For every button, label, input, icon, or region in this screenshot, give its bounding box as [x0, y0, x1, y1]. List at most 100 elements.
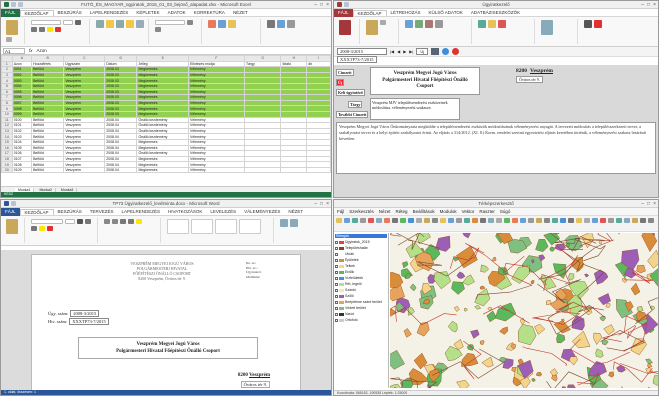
- map-parcel[interactable]: [453, 306, 460, 312]
- cell[interactable]: 0109: [11, 166, 33, 174]
- sheet-tab[interactable]: Munka1: [15, 187, 35, 192]
- sort-asc-icon[interactable]: [415, 20, 423, 28]
- toolbar-icon[interactable]: [648, 218, 654, 223]
- map-parcel[interactable]: [645, 358, 653, 365]
- layer-checkbox[interactable]: [335, 258, 338, 262]
- bullets-icon[interactable]: [104, 219, 110, 224]
- map-parcel[interactable]: [647, 249, 659, 269]
- minimize-button[interactable]: –: [641, 2, 644, 8]
- map-parcel[interactable]: [549, 368, 559, 377]
- layer-checkbox[interactable]: [335, 246, 338, 250]
- map-parcel[interactable]: [511, 265, 530, 284]
- map-parcel[interactable]: [390, 383, 401, 388]
- map-parcel[interactable]: [597, 293, 611, 306]
- toolbar-icon[interactable]: [624, 218, 630, 223]
- case-number-field[interactable]: 2008-3/2015: [70, 310, 100, 317]
- cell[interactable]: [243, 166, 282, 174]
- toolbar-icon[interactable]: [472, 218, 478, 223]
- layer-checkbox[interactable]: [335, 264, 338, 268]
- map-parcel[interactable]: [561, 386, 567, 388]
- map-parcel[interactable]: [568, 273, 575, 281]
- toolbar-icon[interactable]: [392, 218, 398, 223]
- toolbar-icon[interactable]: [544, 218, 550, 223]
- close-button[interactable]: ×: [653, 201, 656, 207]
- layer-checkbox[interactable]: [335, 318, 338, 322]
- tab-képletek[interactable]: KÉPLETEK: [132, 10, 163, 15]
- menu-item[interactable]: Beállítások: [413, 209, 435, 214]
- toolbar-icon[interactable]: [456, 218, 462, 223]
- cell[interactable]: Veszprém: [63, 166, 106, 174]
- toolbar-icon[interactable]: [432, 218, 438, 223]
- map-parcel[interactable]: [480, 264, 489, 273]
- map-parcel[interactable]: [435, 235, 451, 252]
- toolbar-icon[interactable]: [584, 218, 590, 223]
- find-icon[interactable]: [280, 219, 288, 227]
- map-parcel[interactable]: [593, 332, 603, 345]
- toolbar-icon[interactable]: [336, 218, 342, 223]
- layer-checkbox[interactable]: [335, 270, 338, 274]
- font-name-box[interactable]: [31, 20, 61, 25]
- toolbar-icon[interactable]: [384, 218, 390, 223]
- map-parcel[interactable]: [451, 281, 465, 295]
- align-left-icon[interactable]: [120, 219, 126, 224]
- row-header[interactable]: 20: [1, 166, 13, 174]
- view-icon[interactable]: [339, 20, 351, 35]
- map-parcel[interactable]: [569, 356, 578, 366]
- toolbar-icon[interactable]: [400, 218, 406, 223]
- save-icon[interactable]: [337, 2, 342, 7]
- toolbar-icon[interactable]: [344, 218, 350, 223]
- name-box[interactable]: A1: [3, 47, 25, 54]
- map-parcel[interactable]: [616, 364, 626, 373]
- subject-field[interactable]: Veszprém MJV településrendezési eszközei…: [370, 98, 460, 120]
- underline-icon[interactable]: [39, 27, 45, 32]
- tab-fájl[interactable]: FÁJL: [334, 8, 353, 17]
- map-parcel[interactable]: [467, 344, 474, 351]
- layer-checkbox[interactable]: [335, 312, 338, 316]
- tab-kezdőlap[interactable]: KEZDŐLAP: [352, 9, 387, 16]
- tab-beszúrás[interactable]: BESZÚRÁS: [54, 10, 86, 15]
- print-icon[interactable]: [431, 48, 440, 55]
- layer-checkbox[interactable]: [335, 288, 338, 292]
- toolbar-icon[interactable]: [360, 218, 366, 223]
- map-parcel[interactable]: [535, 371, 543, 377]
- map-parcel[interactable]: [530, 280, 535, 285]
- letter-body-field[interactable]: Veszprém Megyei Jogú Város Önkormányzata…: [336, 122, 656, 174]
- toggle-filter-icon[interactable]: [435, 20, 443, 28]
- map-parcel[interactable]: [567, 384, 576, 388]
- map-parcel[interactable]: [605, 303, 611, 308]
- tab-fájl[interactable]: FÁJL: [1, 8, 20, 17]
- tab-létrehozás[interactable]: LÉTREHOZÁS: [387, 10, 425, 15]
- undo-icon[interactable]: [11, 201, 16, 206]
- tab-kezdőlap[interactable]: KEZDŐLAP: [19, 9, 54, 16]
- map-parcel[interactable]: [400, 377, 414, 388]
- toolbar-icon[interactable]: [488, 218, 494, 223]
- map-parcel[interactable]: [447, 320, 458, 333]
- map-parcel[interactable]: [474, 304, 482, 310]
- toolbar-icon[interactable]: [504, 218, 510, 223]
- map-parcel[interactable]: [456, 379, 470, 388]
- font-name-box[interactable]: [31, 219, 63, 224]
- merge-icon[interactable]: [136, 20, 144, 28]
- map-parcel[interactable]: [571, 330, 591, 349]
- minimize-button[interactable]: –: [314, 2, 317, 8]
- tab-adatbáziseszközök[interactable]: ADATBÁZISESZKÖZÖK: [467, 10, 524, 15]
- text-format-icon[interactable]: [584, 20, 592, 28]
- undo-icon[interactable]: [11, 2, 16, 7]
- filter-icon[interactable]: [405, 20, 413, 28]
- tab-lapelrendezés[interactable]: LAPELRENDEZÉS: [86, 10, 133, 15]
- spreadsheet-grid[interactable]: ABCDEFGHI 1 Azon Hozzáférés Ügyszám Dátum Jel…: [1, 55, 331, 174]
- map-parcel[interactable]: [456, 245, 478, 269]
- toolbar-icon[interactable]: [536, 218, 542, 223]
- map-parcel[interactable]: [603, 324, 615, 335]
- toolbar-icon[interactable]: [496, 218, 502, 223]
- number-format-box[interactable]: [155, 20, 185, 25]
- maximize-button[interactable]: □: [320, 2, 323, 8]
- map-parcel[interactable]: [649, 267, 658, 287]
- map-parcel[interactable]: [621, 277, 627, 283]
- cell[interactable]: 2008.04: [104, 166, 138, 174]
- recipient-header[interactable]: Veszprém Megyei Jogú Város Polgármesteri…: [370, 67, 480, 95]
- map-parcel[interactable]: [531, 378, 536, 382]
- numbering-icon[interactable]: [112, 219, 118, 224]
- tab-lapelrendezés[interactable]: LAPELRENDEZÉS: [117, 209, 164, 214]
- map-parcel[interactable]: [453, 338, 464, 350]
